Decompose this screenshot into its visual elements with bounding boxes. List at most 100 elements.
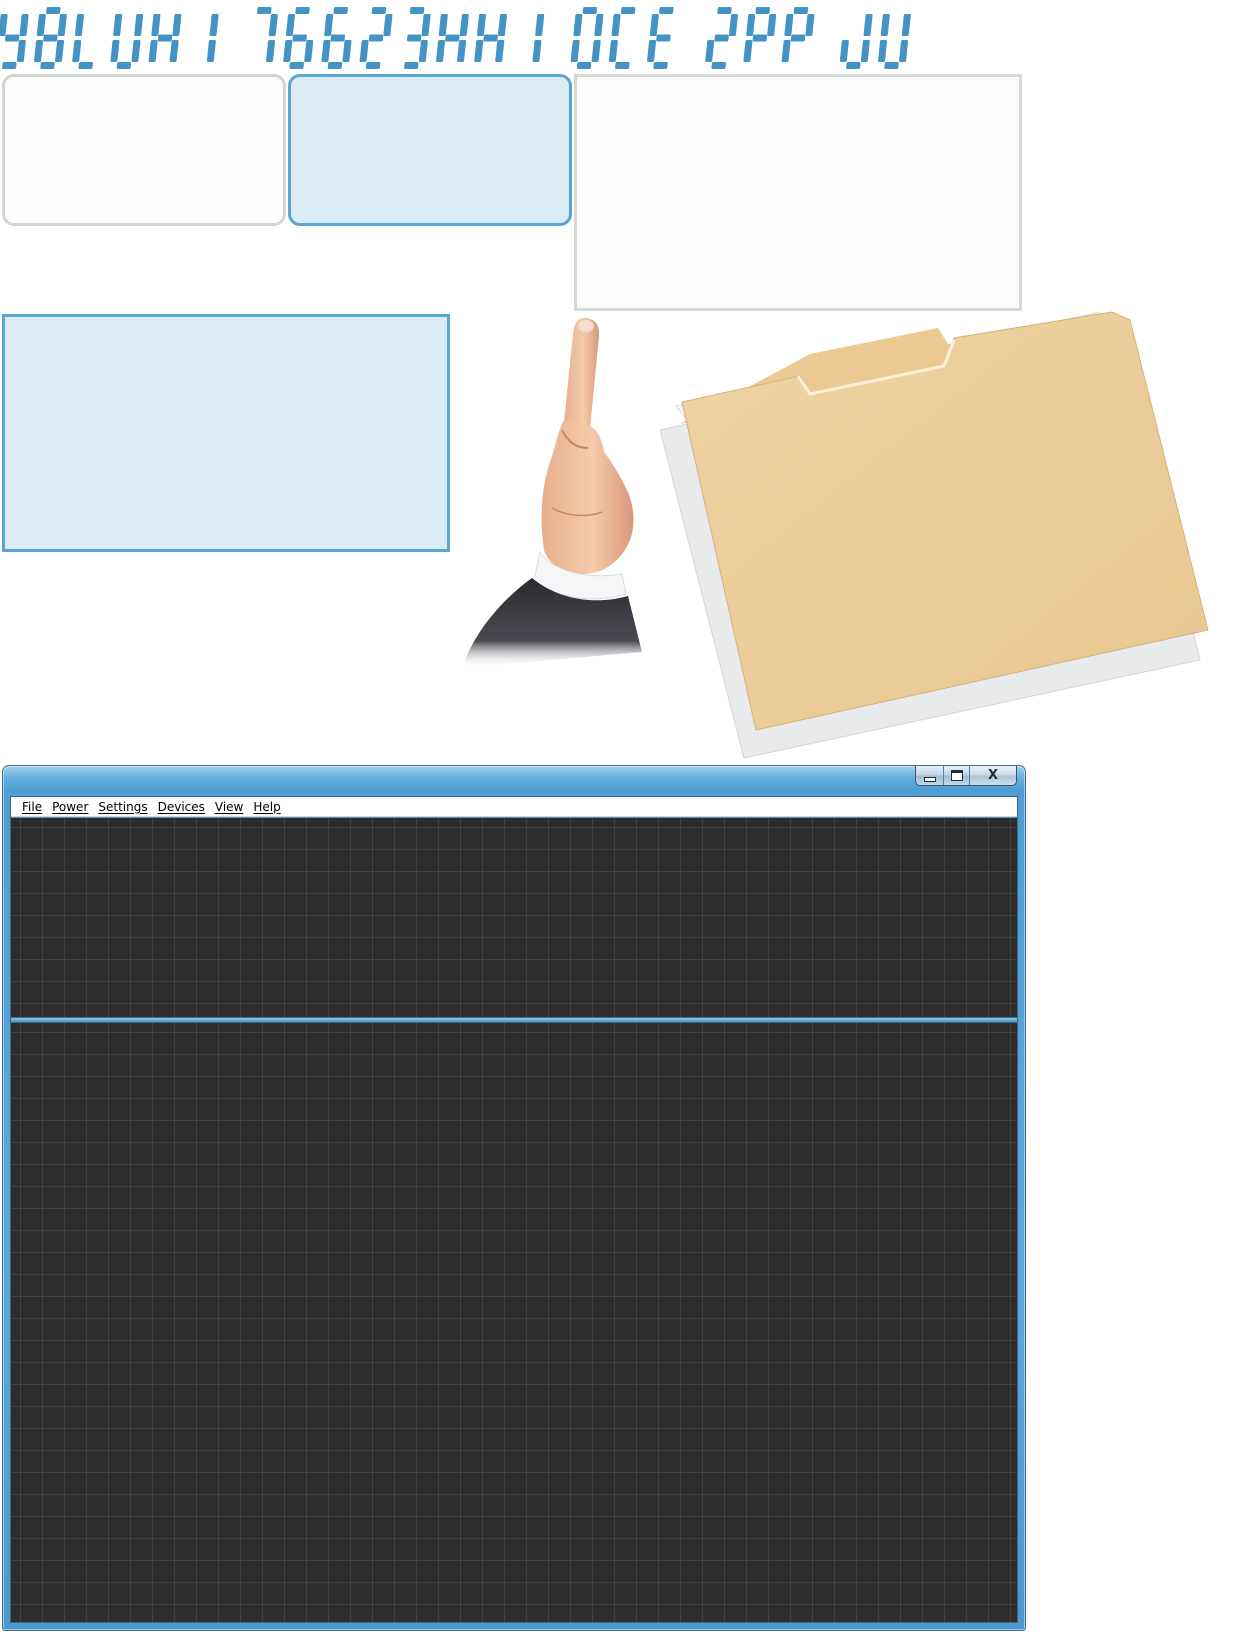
menu-settings[interactable]: Settings: [93, 797, 152, 817]
glyph-segment: [532, 40, 542, 62]
glyph-segment: [436, 40, 446, 62]
glyph-segment: [790, 34, 806, 42]
glyph-segment: [43, 34, 58, 42]
glyph-segment: [591, 40, 601, 62]
glyph-segment: [209, 14, 219, 36]
caption-buttons: X: [915, 766, 1017, 786]
glyph-segment: [327, 62, 343, 69]
glyph-segment: [40, 62, 55, 69]
manila-folder-image: [660, 311, 1209, 759]
glyph-segment: [2, 62, 17, 69]
glyph-segment: [206, 40, 216, 62]
application-window: X File Power Settings Devices View Help: [2, 765, 1026, 1631]
glyph-segment: [324, 14, 334, 36]
glyph-segment: [608, 40, 618, 62]
glyph-segment: [57, 14, 67, 36]
glyph-segment: [72, 40, 82, 62]
glyph-segment: [901, 14, 911, 36]
glyph-segment: [653, 62, 668, 69]
menu-help[interactable]: Help: [248, 797, 285, 817]
glyph-segment: [705, 40, 715, 62]
glyph-segment: [19, 14, 29, 36]
glyph-segment: [418, 40, 428, 62]
close-button[interactable]: X: [969, 766, 1016, 785]
glyph-segment: [406, 34, 422, 42]
glyph-segment: [459, 14, 469, 36]
minimize-button[interactable]: [916, 766, 943, 785]
glyph-segment: [860, 40, 870, 62]
glyph-segment: [711, 62, 726, 69]
glyph-segment: [157, 34, 173, 42]
glyph-segment: [649, 14, 659, 36]
close-icon: X: [987, 768, 999, 783]
glyph-segment: [0, 14, 8, 36]
glyph-segment: [169, 40, 179, 62]
glyph-segment: [793, 7, 809, 14]
segmented-glyph-banner: [0, 7, 911, 69]
grey-large-panel: [574, 74, 1022, 311]
glyph-segment: [839, 40, 849, 62]
client-area: File Power Settings Devices View Help: [10, 796, 1018, 1623]
glyph-segment: [570, 40, 580, 62]
glyph-segment: [495, 40, 505, 62]
glyph-segment: [611, 14, 621, 36]
glyph-segment: [728, 14, 738, 36]
glyph-segment: [781, 40, 791, 62]
glyph-segment: [497, 14, 507, 36]
glyph-segment: [438, 14, 448, 36]
glyph-segment: [359, 40, 369, 62]
glyph-segment: [474, 40, 484, 62]
glyph-segment: [421, 14, 431, 36]
glyph-segment: [172, 14, 182, 36]
glyph-segment: [878, 40, 888, 62]
glyph-segment: [846, 62, 861, 69]
minimize-icon: [923, 776, 936, 782]
glyph-segment: [457, 40, 467, 62]
glyph-segment: [321, 40, 331, 62]
glyph-segment: [573, 14, 583, 36]
glyph-segment: [743, 40, 753, 62]
glyph-segment: [880, 14, 890, 36]
glyph-segment: [74, 14, 84, 36]
glyph-segment: [656, 34, 671, 42]
glyph-segment: [113, 14, 123, 36]
glyph-segment: [476, 14, 486, 36]
pointing-hand-image: [462, 318, 642, 668]
glyph-segment: [483, 34, 498, 42]
glyph-segment: [342, 40, 352, 62]
menu-view[interactable]: View: [210, 797, 248, 817]
glyph-segment: [134, 14, 144, 36]
glyph-segment: [784, 14, 794, 36]
glyph-segment: [55, 40, 65, 62]
glyph-segment: [16, 40, 26, 62]
blue-rounded-panel: [288, 74, 572, 226]
glyph-segment: [647, 40, 657, 62]
glyph-segment: [445, 34, 460, 42]
glyph-segment: [4, 34, 20, 42]
glyph-segment: [409, 7, 425, 14]
glyph-segment: [767, 14, 777, 36]
maximize-button[interactable]: [943, 766, 969, 785]
bottom-grid-pane[interactable]: [11, 1022, 1017, 1622]
glyph-segment: [295, 7, 310, 14]
glyph-segment: [148, 40, 158, 62]
glyph-segment: [131, 40, 141, 62]
glyph-segment: [289, 62, 304, 69]
glyph-segment: [805, 14, 815, 36]
menu-power[interactable]: Power: [47, 797, 93, 817]
glyph-segment: [333, 7, 348, 14]
glyph-segment: [36, 14, 46, 36]
maximize-icon: [950, 770, 963, 781]
menu-file[interactable]: File: [17, 797, 47, 817]
glyph-segment: [365, 62, 381, 69]
top-grid-pane[interactable]: [11, 818, 1017, 1018]
glyph-segment: [266, 40, 276, 62]
glyph-segment: [863, 14, 873, 36]
glyph-segment: [371, 7, 387, 14]
glyph-segment: [576, 62, 592, 69]
title-bar[interactable]: X: [3, 766, 1025, 796]
glyph-segment: [717, 7, 732, 14]
glyph-segment: [304, 40, 314, 62]
glyph-segment: [594, 14, 604, 36]
menu-devices[interactable]: Devices: [153, 797, 210, 817]
